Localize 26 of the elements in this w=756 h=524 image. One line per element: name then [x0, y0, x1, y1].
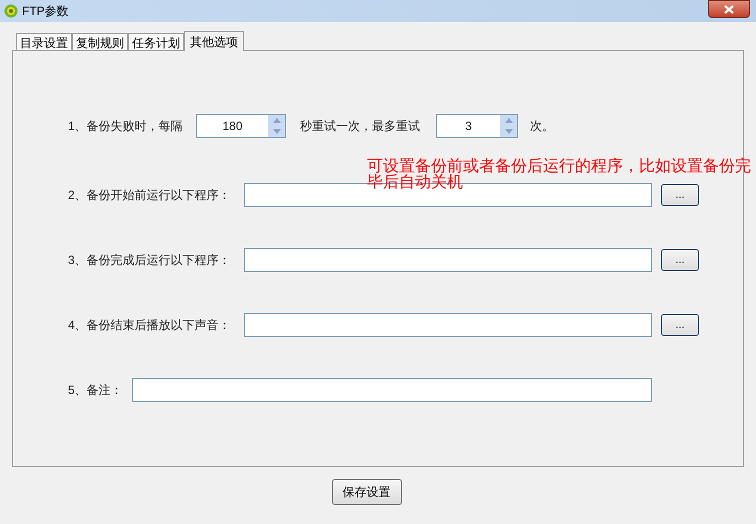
retry-label: 1、备份失败时，每隔: [68, 118, 184, 135]
retry-label: 次。: [530, 118, 554, 135]
program-path-field[interactable]: [244, 313, 652, 337]
spin-arrows-icon[interactable]: [500, 115, 517, 137]
tab[interactable]: 任务计划: [128, 33, 184, 50]
spin-arrows-icon[interactable]: [268, 115, 285, 137]
tab[interactable]: 其他选项: [184, 31, 244, 51]
program-label: 3、备份完成后运行以下程序：: [68, 252, 232, 269]
retry-label: 秒重试一次，最多重试: [300, 118, 421, 135]
window-title: FTP参数: [22, 3, 69, 20]
tab[interactable]: 复制规则: [72, 33, 128, 50]
close-icon: [724, 4, 734, 14]
count-spinner[interactable]: 3: [436, 114, 518, 138]
note-field[interactable]: [132, 378, 652, 402]
program-label: 2、备份开始前运行以下程序：: [68, 187, 232, 204]
browse-button[interactable]: ...: [661, 184, 699, 206]
tab[interactable]: 目录设置: [16, 33, 72, 50]
browse-button[interactable]: ...: [661, 314, 699, 336]
program-label: 4、备份结束后播放以下声音：: [68, 317, 232, 334]
browse-button[interactable]: ...: [661, 249, 699, 271]
interval-spinner[interactable]: 180: [196, 114, 286, 138]
program-path-field[interactable]: [244, 248, 652, 272]
app-icon: [4, 4, 18, 18]
close-button[interactable]: [708, 0, 750, 18]
save-button[interactable]: 保存设置: [332, 479, 402, 505]
note-label: 5、备注：: [68, 382, 124, 399]
